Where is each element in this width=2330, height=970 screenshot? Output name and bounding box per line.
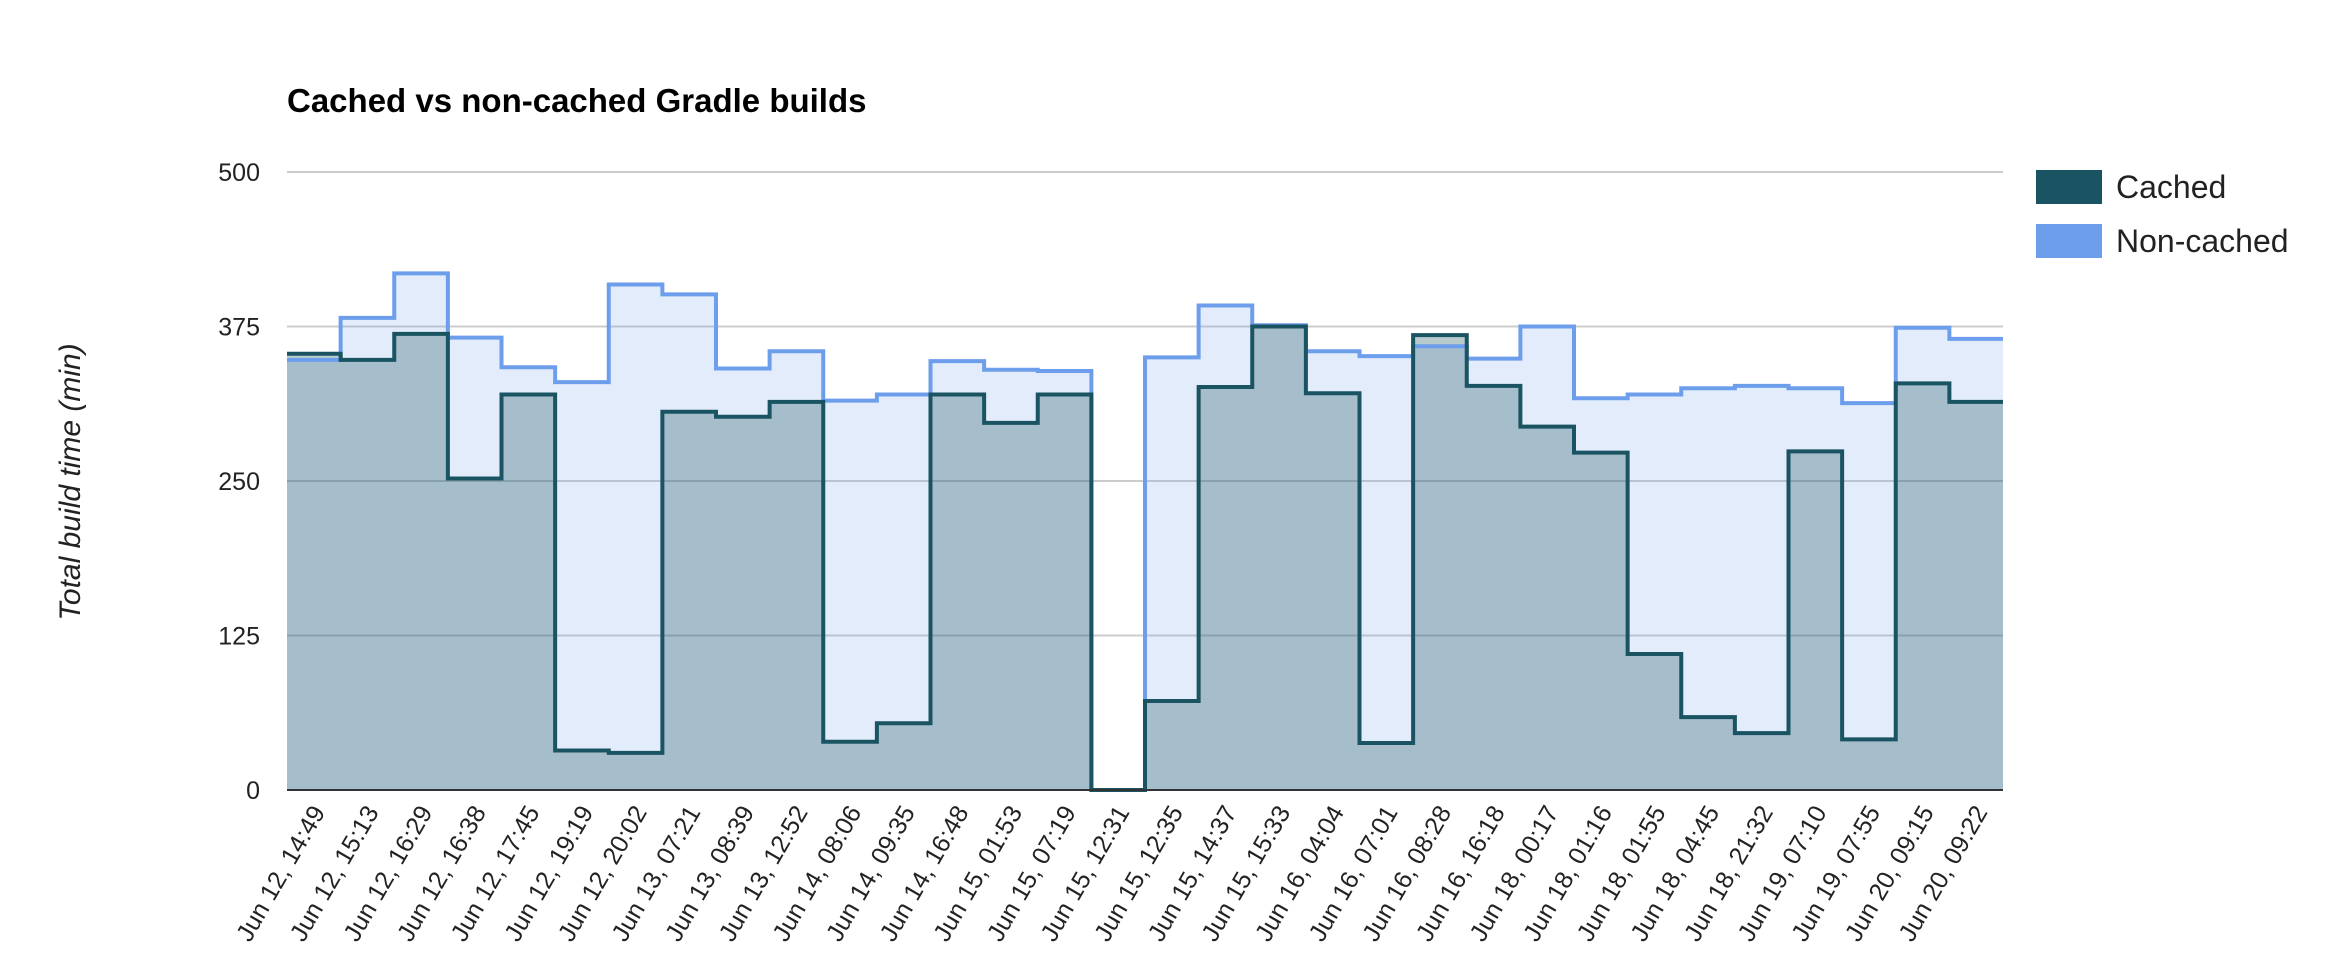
y-axis-ticks: 0 125 250 375 500 <box>218 159 260 805</box>
x-axis-ticks: Jun 12, 14:49Jun 12, 15:13Jun 12, 16:29J… <box>231 801 1993 946</box>
y-tick-label: 500 <box>218 159 260 187</box>
y-tick-label: 125 <box>218 623 260 651</box>
legend: Cached Non-cached <box>2036 169 2289 259</box>
y-tick-label: 0 <box>246 777 260 805</box>
legend-swatch-cached <box>2036 170 2102 204</box>
chart-title: Cached vs non-cached Gradle builds <box>287 82 866 119</box>
plot-area <box>287 271 2003 792</box>
legend-label-non-cached: Non-cached <box>2116 223 2289 259</box>
y-tick-label: 375 <box>218 314 260 342</box>
chart: Cached vs non-cached Gradle builds Total… <box>54 82 2289 946</box>
y-tick-label: 250 <box>218 468 260 496</box>
legend-swatch-non-cached <box>2036 224 2102 258</box>
y-axis-label: Total build time (min) <box>54 343 87 620</box>
legend-label-cached: Cached <box>2116 169 2226 205</box>
